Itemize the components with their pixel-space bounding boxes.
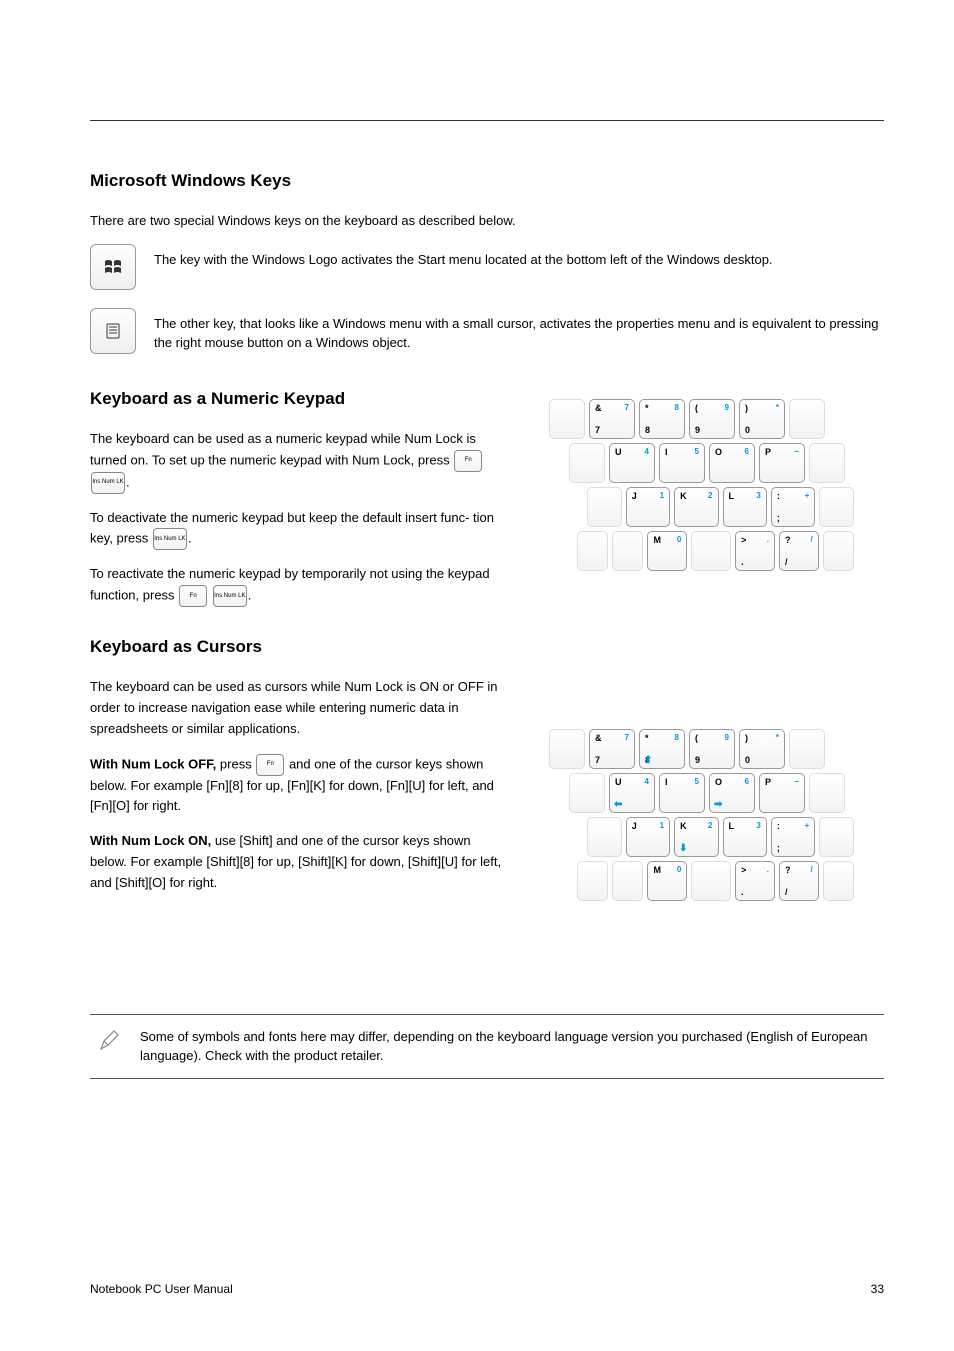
keypad-key: &77 — [589, 399, 635, 439]
keypad-key: ?// — [779, 531, 819, 571]
keypad-key: (99 — [689, 729, 735, 769]
keypad-key: U4 — [609, 443, 655, 483]
numeric-paragraph-3: To reactivate the numeric keypad by temp… — [90, 564, 510, 607]
cursor-keypad-diagram: &77*88⬆(99)*0 U4⬅I5O6➡P− J1K2⬇L3:+; M0 >..?/… — [549, 729, 854, 901]
windows-key-icon — [90, 244, 136, 290]
cursors-paragraph-2: With Num Lock OFF, press Fn and one of t… — [90, 754, 510, 818]
fn-key-inline: Fn — [179, 585, 207, 607]
keypad-key: O6 — [709, 443, 755, 483]
cursors-paragraph-3: With Num Lock ON, use [Shift] and one of… — [90, 831, 510, 893]
menu-key-icon — [90, 308, 136, 354]
keypad-key: &77 — [589, 729, 635, 769]
keypad-key: U4⬅ — [609, 773, 655, 813]
section-heading-numeric-keypad: Keyboard as a Numeric Keypad — [90, 389, 510, 409]
keypad-key: J1 — [626, 817, 670, 857]
keypad-key: (99 — [689, 399, 735, 439]
numeric-paragraph-2: To deactivate the numeric keypad but kee… — [90, 508, 510, 551]
keypad-key: >.. — [735, 531, 775, 571]
keypad-key: J1 — [626, 487, 670, 527]
cursors-paragraph-1: The keyboard can be used as cursors whil… — [90, 677, 510, 739]
keypad-key: M0 — [647, 531, 687, 571]
keypad-key: P− — [759, 773, 805, 813]
note-block: Some of symbols and fonts here may diffe… — [90, 1014, 884, 1079]
keypad-key: )*0 — [739, 399, 785, 439]
fn-key-inline: Fn — [256, 754, 284, 776]
section-heading-cursors: Keyboard as Cursors — [90, 637, 510, 657]
footer-left: Notebook PC User Manual — [90, 1282, 233, 1296]
windows-key-description: The key with the Windows Logo activates … — [154, 244, 884, 270]
footer-page-number: 33 — [871, 1282, 884, 1296]
keypad-key: L3 — [723, 487, 767, 527]
ins-numlk-key-inline: Ins Num LK — [153, 528, 187, 550]
keypad-key: K2⬇ — [674, 817, 718, 857]
numeric-paragraph: The keyboard can be used as a numeric ke… — [90, 429, 510, 494]
intro-text: There are two special Windows keys on th… — [90, 211, 884, 232]
fn-key-inline: Fn — [454, 450, 482, 472]
keypad-key: :+; — [771, 487, 815, 527]
keypad-key: K2 — [674, 487, 718, 527]
ins-numlk-key-inline: Ins Num LK — [213, 585, 247, 607]
keypad-key: I5 — [659, 443, 705, 483]
keypad-key: ?// — [779, 861, 819, 901]
pencil-icon — [98, 1029, 122, 1053]
keypad-key: >.. — [735, 861, 775, 901]
numeric-keypad-diagram: &77*88(99)*0 U4I5O6P− J1K2L3:+; M0 >..?// — [549, 399, 854, 571]
menu-key-description: The other key, that looks like a Windows… — [154, 308, 884, 353]
keypad-key: O6➡ — [709, 773, 755, 813]
keypad-key: I5 — [659, 773, 705, 813]
section-heading-windows-keys: Microsoft Windows Keys — [90, 171, 884, 191]
keypad-key: L3 — [723, 817, 767, 857]
keypad-key: *88⬆ — [639, 729, 685, 769]
keypad-key: *88 — [639, 399, 685, 439]
keypad-key: M0 — [647, 861, 687, 901]
keypad-key: )*0 — [739, 729, 785, 769]
keypad-key: P− — [759, 443, 805, 483]
ins-numlk-key-inline: Ins Num LK — [91, 472, 125, 494]
keypad-key: :+; — [771, 817, 815, 857]
